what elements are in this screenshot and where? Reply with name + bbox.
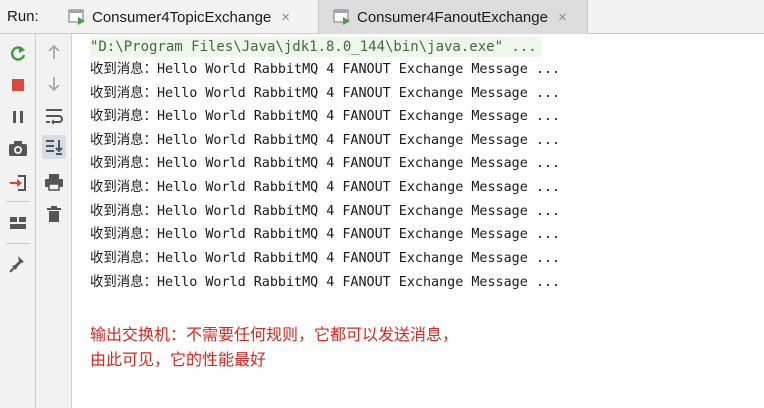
layout-icon[interactable]	[6, 211, 30, 235]
console-line: 收到消息：Hello World RabbitMQ 4 FANOUT Excha…	[90, 275, 561, 290]
close-icon[interactable]: ×	[558, 9, 567, 26]
run-toolbar	[0, 34, 36, 408]
tab-consumer4fanoutexchange[interactable]: Consumer4FanoutExchange ×	[318, 0, 588, 34]
stop-icon[interactable]	[6, 73, 30, 97]
console-line: 收到消息：Hello World RabbitMQ 4 FANOUT Excha…	[90, 204, 561, 219]
run-config-icon	[333, 8, 351, 26]
tab-consumer4topicexchange[interactable]: Consumer4TopicExchange ×	[58, 0, 316, 34]
soft-wrap-icon[interactable]	[42, 104, 66, 128]
up-arrow-icon[interactable]	[42, 40, 66, 64]
print-icon[interactable]	[42, 170, 66, 194]
close-icon[interactable]: ×	[281, 9, 290, 26]
console-line: 收到消息：Hello World RabbitMQ 4 FANOUT Excha…	[90, 251, 561, 266]
run-tool-window-header: Run: Consumer4TopicExchange × Consumer4F…	[0, 0, 764, 34]
console-line: 收到消息：Hello World RabbitMQ 4 FANOUT Excha…	[90, 227, 561, 242]
console-output[interactable]: "D:\Program Files\Java\jdk1.8.0_144\bin\…	[72, 34, 764, 408]
pin-icon[interactable]	[6, 252, 30, 276]
down-arrow-icon[interactable]	[42, 72, 66, 96]
console-line: 收到消息：Hello World RabbitMQ 4 FANOUT Excha…	[90, 133, 561, 148]
console-line: 收到消息：Hello World RabbitMQ 4 FANOUT Excha…	[90, 180, 561, 195]
camera-icon[interactable]	[6, 137, 30, 161]
console-line: 收到消息：Hello World RabbitMQ 4 FANOUT Excha…	[90, 156, 561, 171]
rerun-icon[interactable]	[6, 42, 30, 66]
scroll-to-end-icon[interactable]	[42, 135, 66, 159]
tab-label: Consumer4FanoutExchange	[357, 8, 548, 26]
console-toolbar	[36, 34, 72, 408]
console-line: 收到消息：Hello World RabbitMQ 4 FANOUT Excha…	[90, 109, 561, 124]
annotation-line-2: 由此可见，它的性能最好	[90, 350, 267, 369]
login-icon[interactable]	[6, 171, 30, 195]
command-line: "D:\Program Files\Java\jdk1.8.0_144\bin\…	[90, 37, 541, 57]
console-line: 收到消息：Hello World RabbitMQ 4 FANOUT Excha…	[90, 86, 561, 101]
run-label: Run:	[7, 8, 39, 25]
pause-icon[interactable]	[6, 105, 30, 129]
annotation-line-1: 输出交换机：不需要任何规则，它都可以发送消息，	[90, 325, 459, 344]
run-config-icon	[68, 8, 86, 26]
trash-icon[interactable]	[42, 202, 66, 226]
tab-label: Consumer4TopicExchange	[92, 8, 272, 26]
console-line: 收到消息：Hello World RabbitMQ 4 FANOUT Excha…	[90, 62, 561, 77]
